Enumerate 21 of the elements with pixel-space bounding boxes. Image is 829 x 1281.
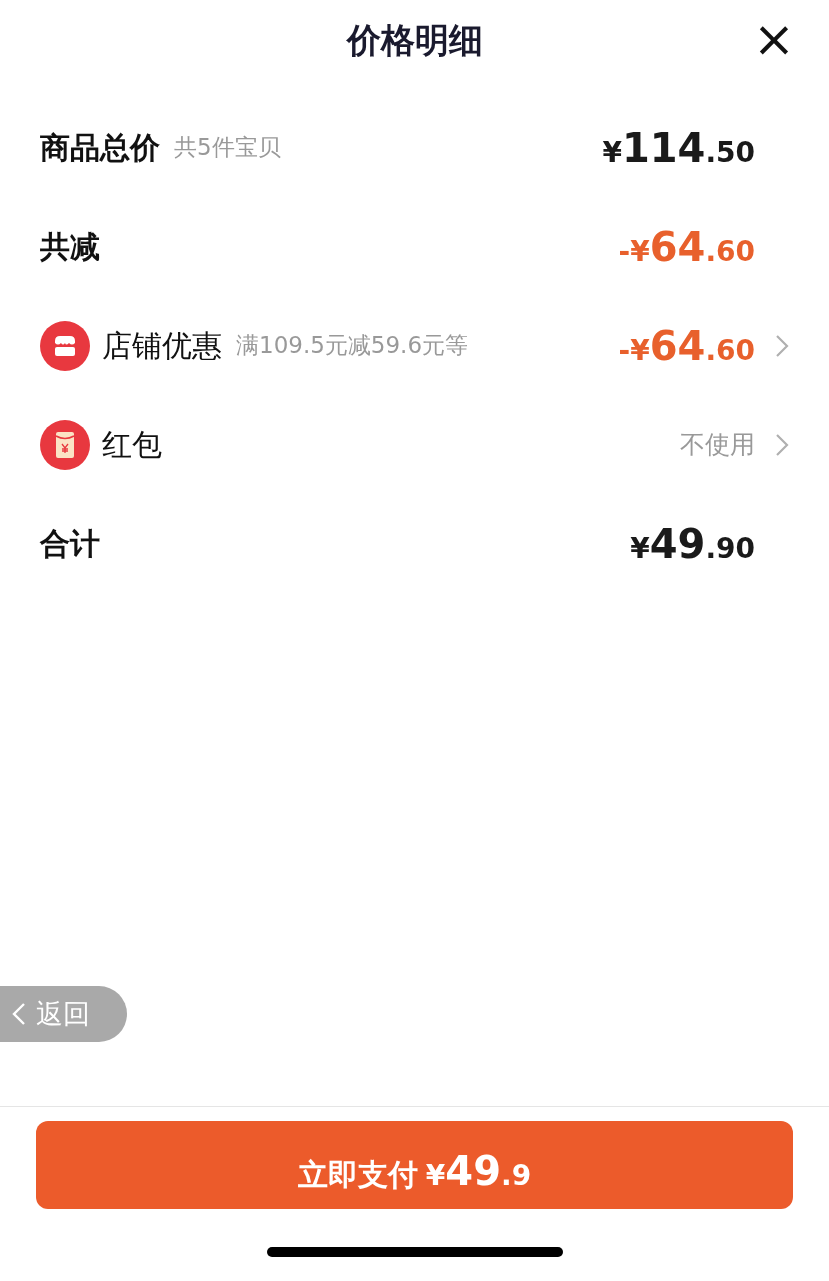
- price-amount: ¥49.90: [630, 523, 755, 564]
- price-amount: -¥64.60: [618, 325, 755, 366]
- page-title: 价格明细: [346, 18, 483, 62]
- chevron-right-icon: [775, 432, 789, 457]
- row-value[interactable]: 不使用: [680, 425, 755, 464]
- pay-button[interactable]: 立即支付 ¥49.9: [36, 1121, 793, 1209]
- row-note: 满109.5元减59.6元等: [236, 331, 469, 361]
- chevron-right-icon: [775, 333, 789, 358]
- row-label: 共减: [40, 228, 100, 266]
- row-label: 红包: [102, 426, 162, 464]
- row-label: 合计: [40, 525, 100, 563]
- chevron-left-icon: [12, 1002, 26, 1026]
- shop-icon: [40, 320, 90, 371]
- row-label: 店铺优惠: [102, 327, 222, 365]
- price-amount: -¥64.60: [618, 226, 755, 267]
- row-note: 共5件宝贝: [174, 133, 281, 163]
- back-button[interactable]: 返回: [0, 986, 127, 1042]
- price-amount: ¥114.50: [602, 127, 755, 168]
- close-button[interactable]: ×: [753, 14, 795, 64]
- envelope-icon: [40, 419, 90, 470]
- row-label: 商品总价: [40, 129, 160, 167]
